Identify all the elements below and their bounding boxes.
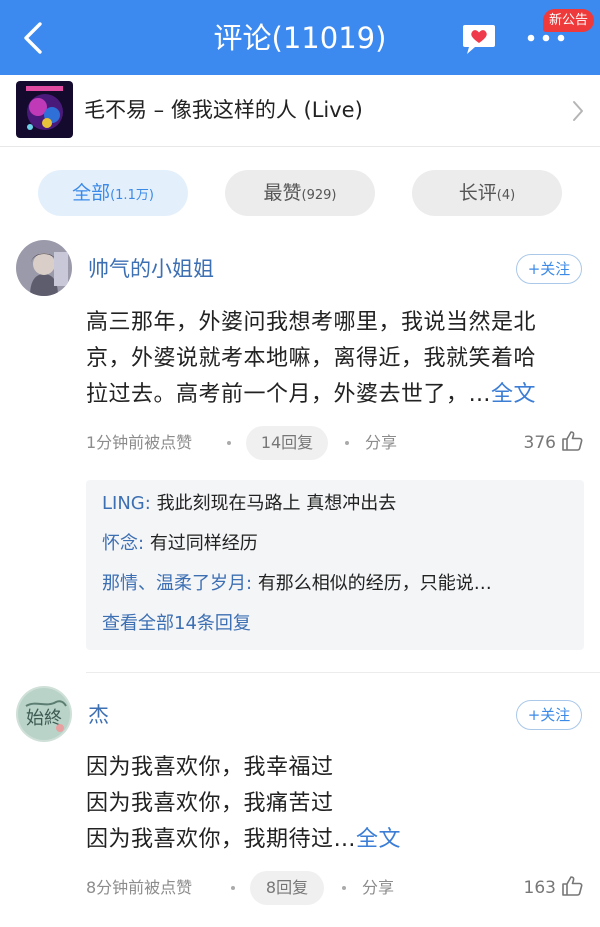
reply-count-button[interactable]: 14回复 — [246, 426, 328, 460]
comment-text-line: 高三那年，外婆问我想考哪里，我说当然是北 — [86, 310, 537, 335]
tab-top-liked-count: (929) — [301, 188, 337, 203]
like-count: 376 — [523, 433, 556, 453]
reply-text: 有那么相似的经历，只能说… — [257, 573, 492, 594]
tab-long-count: (4) — [496, 188, 516, 203]
comment-text-tail: 因为我喜欢你，我期待过… — [86, 827, 357, 852]
comment-text-line: 京，外婆说就考本地嘛，离得近，我就笑着哈 — [86, 346, 537, 371]
like-count: 163 — [523, 878, 556, 898]
comment-text-line: 拉过去。高考前一个月，外婆去世了，…全文 — [86, 377, 536, 413]
like-time: 8分钟前被点赞 — [86, 878, 193, 897]
comment-text-line: 因为我喜欢你，我期待过…全文 — [86, 822, 401, 858]
share-button[interactable]: 分享 — [362, 871, 394, 905]
avatar[interactable]: 始終 — [16, 686, 72, 742]
top-bar: 评论(11019) 新公告 — [0, 0, 600, 75]
thumbs-up-icon[interactable] — [560, 874, 584, 898]
share-button[interactable]: 分享 — [365, 426, 397, 460]
new-notice-badge[interactable]: 新公告 — [543, 9, 594, 32]
chevron-right-icon[interactable] — [571, 99, 585, 123]
separator-dot — [227, 441, 231, 445]
reply-item[interactable]: 怀念: 有过同样经历 — [102, 530, 258, 558]
tab-all-label: 全部 — [72, 182, 111, 204]
reply-item[interactable]: LING: 我此刻现在马路上 真想冲出去 — [102, 490, 396, 518]
album-cover-icon — [16, 81, 73, 138]
tab-all[interactable]: 全部(1.1万) — [38, 170, 188, 216]
full-text-link[interactable]: 全文 — [356, 827, 401, 852]
follow-button[interactable]: +关注 — [516, 700, 582, 730]
thumbs-up-icon[interactable] — [560, 429, 584, 453]
reply-text: 有过同样经历 — [149, 533, 258, 554]
reply-author[interactable]: LING: — [102, 493, 151, 514]
replies-box[interactable]: LING: 我此刻现在马路上 真想冲出去 怀念: 有过同样经历 那情、温柔了岁月… — [86, 480, 584, 650]
song-title[interactable]: 毛不易 – 像我这样的人 (Live) — [84, 95, 363, 125]
separator-dot — [345, 441, 349, 445]
reply-author[interactable]: 怀念: — [102, 533, 144, 554]
comment-username[interactable]: 杰 — [88, 700, 109, 730]
comment-text-line: 因为我喜欢你，我痛苦过 — [86, 791, 334, 816]
divider — [86, 672, 600, 673]
comment-username[interactable]: 帅气的小姐姐 — [88, 254, 214, 284]
separator-dot — [342, 886, 346, 890]
tab-top-liked[interactable]: 最赞(929) — [225, 170, 375, 216]
song-row[interactable]: 毛不易 – 像我这样的人 (Live) — [0, 75, 600, 147]
chat-heart-icon[interactable] — [461, 22, 497, 56]
view-all-replies-link[interactable]: 查看全部14条回复 — [102, 610, 251, 638]
separator-dot — [231, 886, 235, 890]
follow-button[interactable]: +关注 — [516, 254, 582, 284]
comment-text-tail: 拉过去。高考前一个月，外婆去世了，… — [86, 382, 492, 407]
svg-text:始終: 始終 — [26, 708, 62, 729]
reply-item[interactable]: 那情、温柔了岁月: 有那么相似的经历，只能说… — [102, 570, 492, 598]
tab-all-count: (1.1万) — [110, 188, 154, 203]
like-time: 1分钟前被点赞 — [86, 433, 193, 452]
tab-long-label: 长评 — [458, 182, 497, 204]
comment-filter-tabs: 全部(1.1万) 最赞(929) 长评(4) — [0, 170, 600, 216]
reply-text: 我此刻现在马路上 真想冲出去 — [156, 493, 397, 514]
page-title: 评论(11019) — [213, 21, 387, 55]
reply-count-button[interactable]: 8回复 — [250, 871, 324, 905]
avatar[interactable] — [16, 240, 72, 296]
full-text-link[interactable]: 全文 — [491, 382, 536, 407]
tab-top-liked-label: 最赞 — [263, 182, 302, 204]
tab-long[interactable]: 长评(4) — [412, 170, 562, 216]
comment-text-line: 因为我喜欢你，我幸福过 — [86, 755, 334, 780]
reply-author[interactable]: 那情、温柔了岁月: — [102, 573, 252, 594]
